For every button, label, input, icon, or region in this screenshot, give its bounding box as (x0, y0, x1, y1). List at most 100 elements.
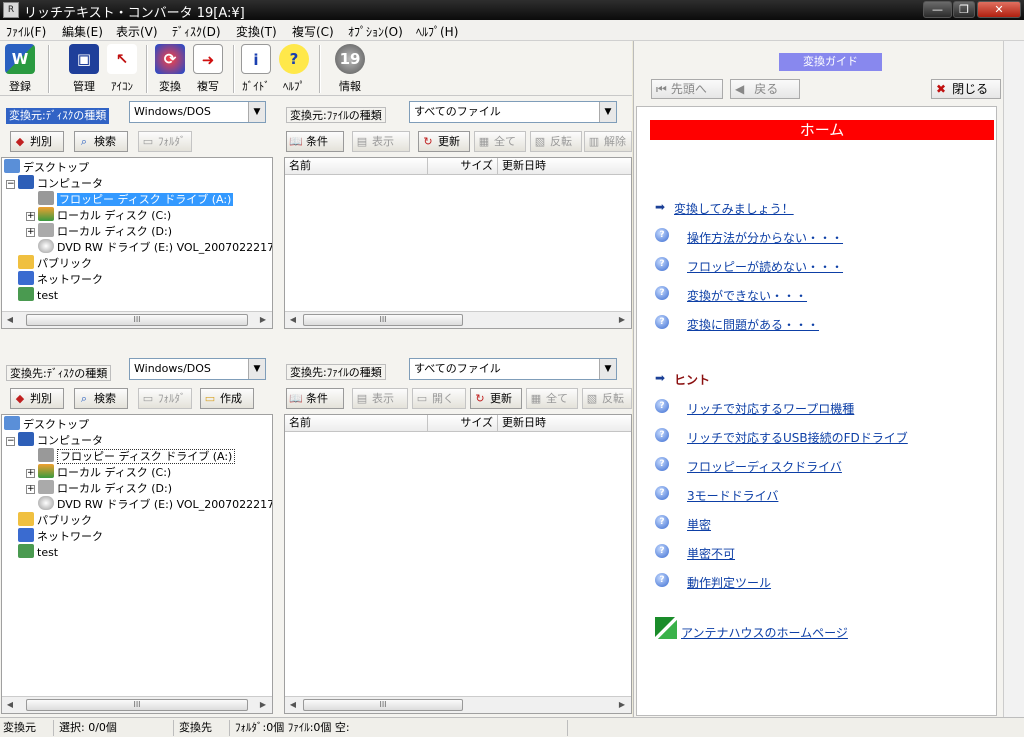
tree-node-desktop[interactable]: デスクトップ (4, 159, 89, 175)
dest-folder-button[interactable]: ▭ ﾌｫﾙﾀﾞ (138, 388, 192, 409)
expand-icon[interactable]: + (26, 228, 35, 237)
source-refresh-button[interactable]: ↻ 更新 (418, 131, 470, 152)
dropdown-arrow-icon[interactable]: ▼ (248, 359, 265, 379)
horizontal-scrollbar[interactable]: ◀ III ▶ (2, 696, 272, 713)
title-bar[interactable]: R リッチテキスト・コンバータ 19[A:¥] — ❐ ✕ (0, 0, 1024, 21)
scroll-right-icon[interactable]: ▶ (256, 313, 270, 327)
tree-node-public[interactable]: パブリック (18, 255, 92, 271)
column-size[interactable]: サイズ (428, 158, 498, 175)
tree-node-local-c[interactable]: ローカル ディスク (C:) (38, 464, 171, 480)
source-all-button[interactable]: ▦ 全て (474, 131, 526, 152)
tree-node-dvd[interactable]: DVD RW ドライブ (E:) VOL_200702221725 (38, 496, 272, 512)
source-folder-tree[interactable]: デスクトップ − コンピュータ フロッピー ディスク ドライブ (A:) + ロ… (1, 157, 273, 329)
icon-button[interactable]: ↖ ｱｲｺﾝ (104, 44, 140, 94)
tree-node-computer[interactable]: コンピュータ (18, 432, 103, 448)
link-single-density[interactable]: 単密 (687, 516, 711, 533)
dest-condition-button[interactable]: 📖 条件 (286, 388, 344, 409)
dest-file-list[interactable]: 名前 サイズ 更新日時 ◀ III ▶ (284, 414, 632, 714)
horizontal-scrollbar[interactable]: ◀ III ▶ (2, 311, 272, 328)
tree-node-network[interactable]: ネットワーク (18, 271, 103, 287)
dest-identify-button[interactable]: ◆ 判別 (10, 388, 64, 409)
tree-node-public[interactable]: パブリック (18, 512, 92, 528)
tree-node-floppy[interactable]: フロッピー ディスク ドライブ (A:) (38, 448, 236, 464)
manage-button[interactable]: ▣ 管理 (66, 44, 102, 94)
link-floppy-unreadable[interactable]: フロッピーが読めない・・・ (687, 258, 843, 275)
menu-disk[interactable]: ﾃﾞｨｽｸ(D) (172, 23, 221, 40)
guide-close-button[interactable]: ✖ 閉じる (931, 79, 1001, 99)
scroll-left-icon[interactable]: ◀ (3, 313, 17, 327)
source-search-button[interactable]: ⌕ 検索 (74, 131, 128, 152)
column-name[interactable]: 名前 (285, 158, 428, 175)
dest-folder-tree[interactable]: デスクトップ − コンピュータ フロッピー ディスク ドライブ (A:) + ロ… (1, 414, 273, 714)
guide-top-button[interactable]: ⏮ 先頭へ (651, 79, 723, 99)
dest-search-button[interactable]: ⌕ 検索 (74, 388, 128, 409)
menu-edit[interactable]: 編集(E) (62, 23, 103, 40)
tree-node-network[interactable]: ネットワーク (18, 528, 103, 544)
minimize-button[interactable]: — (923, 1, 952, 18)
column-name[interactable]: 名前 (285, 415, 428, 432)
menu-help[interactable]: ﾍﾙﾌﾟ(H) (416, 23, 458, 40)
scroll-right-icon[interactable]: ▶ (256, 698, 270, 712)
dest-create-button[interactable]: ▭ 作成 (200, 388, 254, 409)
dropdown-arrow-icon[interactable]: ▼ (599, 359, 616, 379)
dropdown-arrow-icon[interactable]: ▼ (248, 102, 265, 122)
source-folder-button[interactable]: ▭ ﾌｫﾙﾀﾞ (138, 131, 192, 152)
scroll-left-icon[interactable]: ◀ (286, 698, 300, 712)
expand-icon[interactable]: + (26, 212, 35, 221)
link-try-convert[interactable]: 変換してみましょう！ (674, 200, 794, 217)
menu-copy[interactable]: 複写(C) (292, 23, 334, 40)
scroll-thumb[interactable]: III (26, 699, 248, 711)
column-size[interactable]: サイズ (428, 415, 498, 432)
dest-invert-button[interactable]: ▧ 反転 (582, 388, 632, 409)
scroll-thumb[interactable]: III (26, 314, 248, 326)
dest-display-button[interactable]: ▤ 表示 (352, 388, 408, 409)
tree-node-local-d[interactable]: ローカル ディスク (D:) (38, 223, 172, 239)
tree-node-test[interactable]: test (18, 544, 58, 560)
tree-node-local-d[interactable]: ローカル ディスク (D:) (38, 480, 172, 496)
link-operation-check-tool[interactable]: 動作判定ツール (687, 574, 771, 591)
dest-file-type-select[interactable]: すべてのファイル ▼ (409, 358, 617, 380)
link-3mode-driver[interactable]: 3モードドライバ (687, 487, 778, 504)
dest-all-button[interactable]: ▦ 全て (526, 388, 578, 409)
expand-icon[interactable]: + (26, 485, 35, 494)
tree-node-computer[interactable]: コンピュータ (18, 175, 103, 191)
link-usb-fd-drive[interactable]: リッチで対応するUSB接続のFDドライブ (687, 429, 908, 446)
convert-button[interactable]: ⟳ 変換 (152, 44, 188, 94)
help-button[interactable]: ? ﾍﾙﾌﾟ (276, 44, 312, 94)
info-button[interactable]: 19 情報 (332, 44, 368, 94)
scroll-left-icon[interactable]: ◀ (286, 313, 300, 327)
link-single-density-unsupported[interactable]: 単密不可 (687, 545, 735, 562)
dest-refresh-button[interactable]: ↻ 更新 (470, 388, 522, 409)
source-disk-type-select[interactable]: Windows/DOS ▼ (129, 101, 266, 123)
expand-icon[interactable]: + (26, 469, 35, 478)
link-how-to-operate[interactable]: 操作方法が分からない・・・ (687, 229, 843, 246)
maximize-button[interactable]: ❐ (953, 1, 975, 18)
tree-node-desktop[interactable]: デスクトップ (4, 416, 89, 432)
tree-node-local-c[interactable]: ローカル ディスク (C:) (38, 207, 171, 223)
source-display-button[interactable]: ▤ 表示 (352, 131, 410, 152)
close-button[interactable]: ✕ (977, 1, 1021, 18)
horizontal-scrollbar[interactable]: ◀ III ▶ (285, 311, 631, 328)
dropdown-arrow-icon[interactable]: ▼ (599, 102, 616, 122)
source-identify-button[interactable]: ◆ 判別 (10, 131, 64, 152)
source-file-type-select[interactable]: すべてのファイル ▼ (409, 101, 617, 123)
column-modified[interactable]: 更新日時 (498, 158, 631, 175)
tree-node-dvd[interactable]: DVD RW ドライブ (E:) VOL_200702221725 (38, 239, 272, 255)
guide-vertical-scrollbar[interactable] (1003, 41, 1024, 717)
link-conversion-problem[interactable]: 変換に問題がある・・・ (687, 316, 819, 333)
link-supported-wordpro[interactable]: リッチで対応するワープロ機種 (687, 400, 854, 417)
scroll-right-icon[interactable]: ▶ (615, 313, 629, 327)
app-icon[interactable]: R (3, 2, 19, 18)
menu-convert[interactable]: 変換(T) (236, 23, 277, 40)
link-floppy-driver[interactable]: フロッピーディスクドライバ (687, 458, 842, 475)
source-invert-button[interactable]: ▧ 反転 (530, 131, 582, 152)
menu-file[interactable]: ﾌｧｲﾙ(F) (6, 23, 46, 40)
scroll-thumb[interactable]: III (303, 314, 463, 326)
tree-node-floppy[interactable]: フロッピー ディスク ドライブ (A:) (38, 191, 234, 207)
source-condition-button[interactable]: 📖 条件 (286, 131, 344, 152)
link-cannot-convert[interactable]: 変換ができない・・・ (687, 287, 807, 304)
guide-button[interactable]: i ｶﾞｲﾄﾞ (238, 44, 274, 94)
dest-disk-type-select[interactable]: Windows/DOS ▼ (129, 358, 266, 380)
source-release-button[interactable]: ▥ 解除 (584, 131, 632, 152)
horizontal-scrollbar[interactable]: ◀ III ▶ (285, 696, 631, 713)
